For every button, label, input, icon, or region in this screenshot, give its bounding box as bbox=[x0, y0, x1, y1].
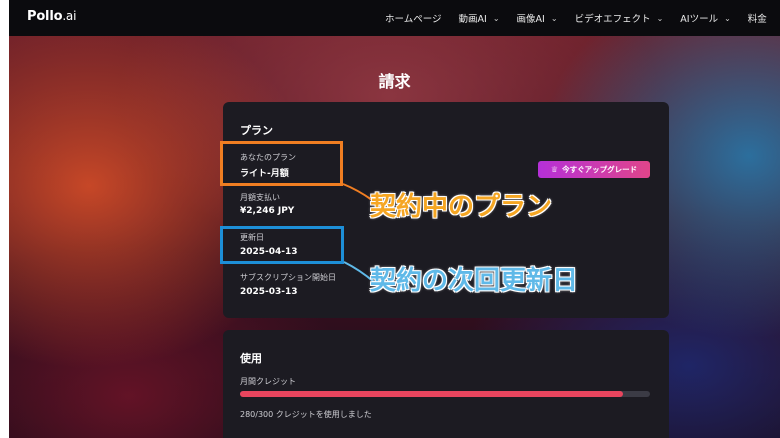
nav-item-video-effects[interactable]: ビデオエフェクト ⌄ bbox=[574, 11, 664, 26]
annotation-box-renewal-date bbox=[220, 226, 344, 264]
credits-progress-bar bbox=[240, 391, 650, 397]
chevron-down-icon: ⌄ bbox=[656, 13, 664, 23]
nav-item-label: ビデオエフェクト bbox=[574, 14, 651, 25]
crown-icon: ♕ bbox=[550, 165, 559, 174]
nav-item-label: 動画AI bbox=[458, 14, 487, 25]
chevron-down-icon: ⌄ bbox=[724, 13, 731, 23]
logo-suffix: .ai bbox=[62, 9, 77, 23]
chevron-down-icon: ⌄ bbox=[550, 13, 558, 23]
usage-card-title: 使用 bbox=[240, 352, 262, 365]
credits-progress-fill bbox=[240, 391, 623, 397]
nav-item-image-ai[interactable]: 画像AI ⌄ bbox=[516, 11, 558, 26]
monthly-payment-label: 月額支払い bbox=[240, 193, 280, 202]
credits-usage-note: 280/300 クレジットを使用しました bbox=[240, 410, 372, 419]
nav-item-label: 画像AI bbox=[516, 14, 545, 25]
usage-card: 使用 月間クレジット 280/300 クレジットを使用しました bbox=[223, 330, 669, 438]
site-logo[interactable]: Pollo.ai bbox=[27, 9, 76, 24]
nav-item-video-ai[interactable]: 動画AI ⌄ bbox=[458, 11, 500, 26]
credits-label: 月間クレジット bbox=[240, 377, 296, 386]
upgrade-button[interactable]: ♕ 今すぐアップグレード bbox=[538, 161, 650, 178]
nav-item-ai-tools[interactable]: AIツール ⌄ bbox=[680, 11, 731, 26]
monthly-payment-value: ¥2,246 JPY bbox=[240, 206, 295, 216]
nav-item-label: ホームページ bbox=[385, 14, 442, 25]
plan-card-title: プラン bbox=[240, 124, 273, 137]
nav-menu: ホームページ 動画AI ⌄ 画像AI ⌄ ビデオエフェクト ⌄ AIツール ⌄ … bbox=[385, 0, 767, 36]
subscription-start-label: サブスクリプション開始日 bbox=[240, 273, 336, 282]
nav-item-label: 料金 bbox=[747, 14, 767, 25]
annotation-box-current-plan bbox=[220, 141, 343, 186]
upgrade-button-label: 今すぐアップグレード bbox=[562, 165, 638, 174]
nav-item-home[interactable]: ホームページ bbox=[385, 11, 442, 25]
annotation-next-renewal: 契約の次回更新日 bbox=[370, 266, 579, 296]
page-title: 請求 bbox=[378, 72, 411, 91]
subscription-start-value: 2025-03-13 bbox=[240, 287, 298, 297]
chevron-down-icon: ⌄ bbox=[492, 13, 500, 23]
annotation-current-plan: 契約中のプラン bbox=[370, 192, 553, 222]
nav-item-pricing[interactable]: 料金 bbox=[748, 11, 767, 25]
nav-item-label: AIツール bbox=[680, 14, 719, 25]
top-navbar: Pollo.ai ホームページ 動画AI ⌄ 画像AI ⌄ ビデオエフェクト ⌄… bbox=[9, 0, 780, 36]
billing-page: 請求 プラン あなたのプラン ライト-月額 月額支払い ¥2,246 JPY 更… bbox=[9, 36, 780, 438]
logo-text: Pollo bbox=[27, 9, 63, 24]
